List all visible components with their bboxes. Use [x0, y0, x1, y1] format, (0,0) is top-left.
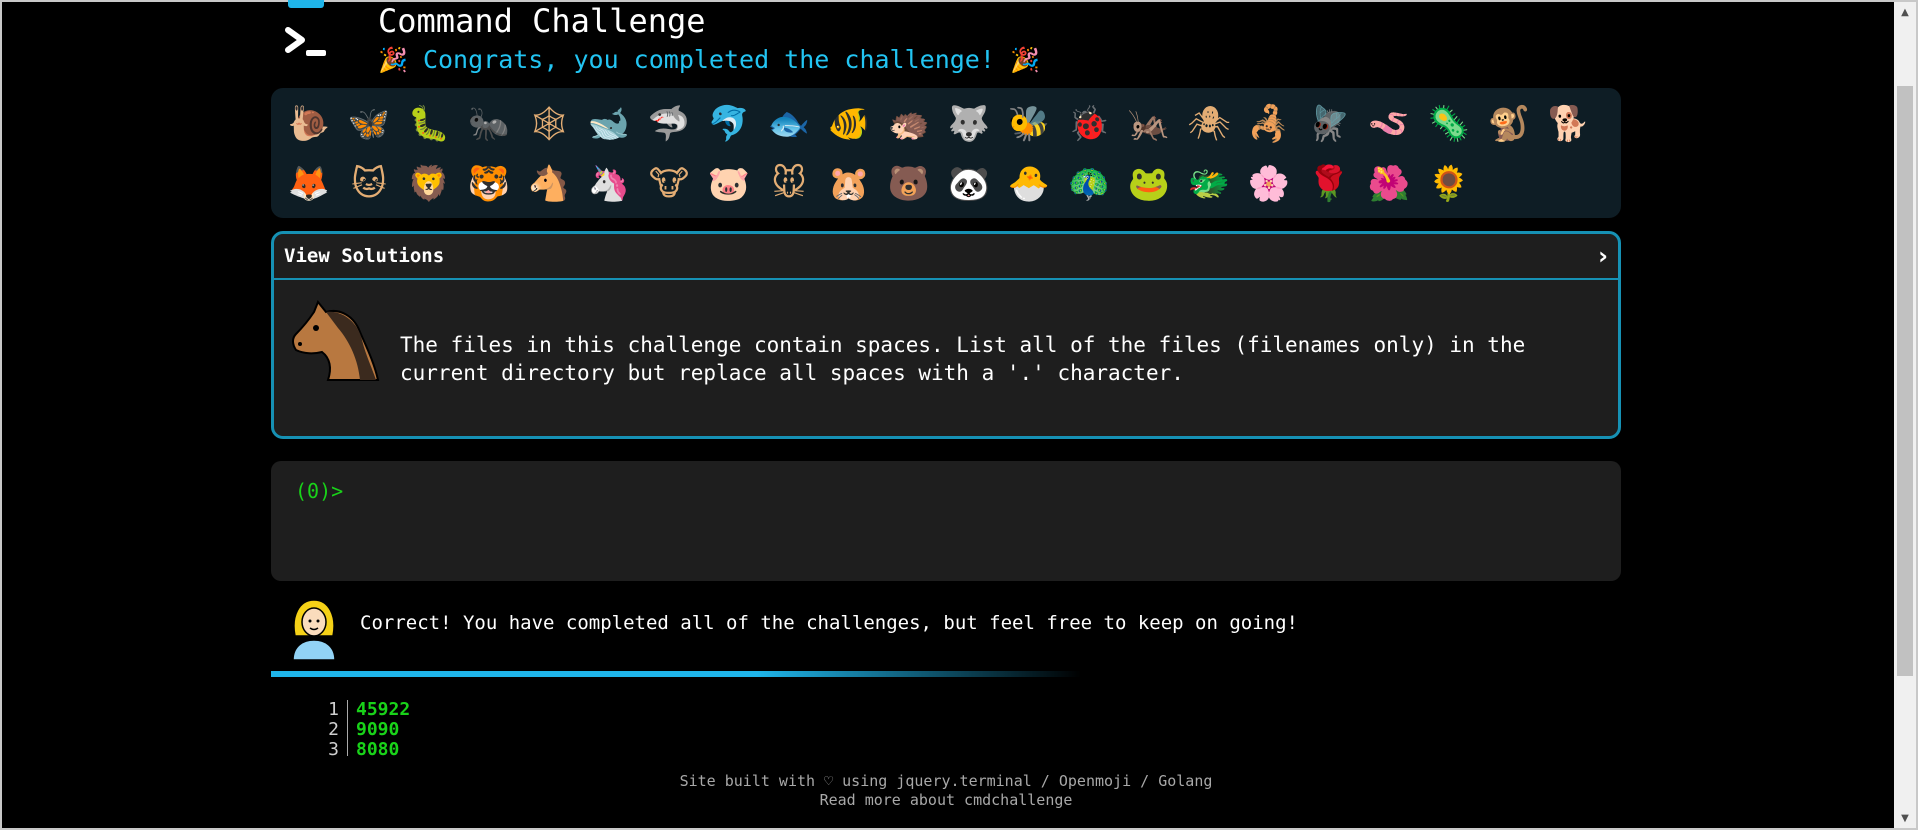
footer-read-more-link[interactable]: Read more about cmdchallenge [271, 791, 1621, 810]
challenge-emoji-icon[interactable]: 🐠 [819, 94, 879, 154]
result-message: Correct! You have completed all of the c… [360, 612, 1298, 634]
terminal-logo-icon[interactable] [271, 0, 339, 80]
party-popper-icon: 🎉 [1009, 46, 1040, 74]
footer-credits[interactable]: Site built with ♡ using jquery.terminal … [271, 772, 1621, 791]
challenge-emoji-icon[interactable]: 🐛 [399, 94, 459, 154]
challenge-emoji-icon[interactable]: 🦁 [399, 154, 459, 214]
challenge-emoji-icon[interactable]: 🐞 [1059, 94, 1119, 154]
line-value: 9090 [347, 720, 399, 740]
challenge-emoji-icon[interactable]: 🦔 [879, 94, 939, 154]
scroll-down-arrow-icon[interactable]: ▼ [1894, 808, 1916, 828]
header: Command Challenge 🎉 Congrats, you comple… [271, 0, 1621, 84]
woman-icon [292, 599, 336, 660]
terminal[interactable]: (0)> [271, 461, 1621, 581]
line-value: 8080 [347, 740, 399, 756]
terminal-prompt-icon [285, 27, 326, 56]
challenge-emoji-icon[interactable]: 🌻 [1419, 154, 1479, 214]
view-solutions-toggle[interactable]: View Solutions › [274, 234, 1618, 280]
vertical-scrollbar[interactable]: ▲ ▼ [1894, 2, 1916, 828]
line-number: 1 [328, 700, 339, 720]
chevron-right-icon[interactable]: › [1598, 242, 1608, 270]
challenge-description: The files in this challenge contain spac… [400, 333, 1538, 385]
challenge-emoji-icon[interactable]: 🐝 [999, 94, 1059, 154]
challenge-emoji-icon[interactable]: 🕷 [1179, 94, 1239, 154]
challenge-emoji-icon[interactable]: 🐌 [279, 94, 339, 154]
solution-panel: View Solutions › The files in this chall… [271, 231, 1621, 439]
challenge-emoji-icon[interactable]: 🐕 [1539, 94, 1599, 154]
challenge-emoji-icon[interactable]: 🐮 [639, 154, 699, 214]
challenge-emoji-icon[interactable]: 🐭 [759, 154, 819, 214]
challenge-emoji-icon[interactable]: 🪱 [1359, 94, 1419, 154]
page-title: Command Challenge [378, 2, 706, 40]
challenge-emoji-icon[interactable]: 🐋 [579, 94, 639, 154]
scroll-up-arrow-icon[interactable]: ▲ [1894, 2, 1916, 22]
challenge-emoji-icon[interactable]: 🐬 [699, 94, 759, 154]
challenge-emoji-icon[interactable]: 🐸 [1119, 154, 1179, 214]
challenge-emoji-icon[interactable]: 🐱 [339, 154, 399, 214]
challenge-emoji-icon[interactable]: 🐷 [699, 154, 759, 214]
challenge-emoji-icon[interactable]: 🦋 [339, 94, 399, 154]
challenge-emoji-icon[interactable]: 🦠 [1419, 94, 1479, 154]
line-value: 45922 [347, 700, 410, 720]
logo-accent [288, 0, 324, 8]
result-message-row: Correct! You have completed all of the c… [271, 594, 1621, 664]
challenge-emoji-icon[interactable]: 🐯 [459, 154, 519, 214]
challenge-emoji-icon[interactable]: 🌸 [1239, 154, 1299, 214]
challenge-emoji-icon[interactable]: 🐲 [1179, 154, 1239, 214]
command-output: 1 45922 2 9090 3 8080 [271, 700, 771, 756]
challenge-emoji-icon[interactable]: 🐻 [879, 154, 939, 214]
progress-bar-fill [271, 671, 1081, 677]
completed-challenges-grid: 🐌 🦋 🐛 🐜 🕸 🐋 🦈 🐬 🐟 🐠 🦔 🐺 🐝 🐞 🦗 🕷 🦂 🪰 🪱 🦠 🐒 🐕 🦊 🐱 🦁 🐯 🐴 🦄 🐮 🐷 🐭 🐹 🐻 🐼 🐣 🦚 🐸 🐲 🌸 🌹… [271, 88, 1621, 218]
challenge-emoji-icon[interactable]: 🌹 [1299, 154, 1359, 214]
challenge-emoji-icon[interactable]: 🦄 [579, 154, 639, 214]
horse-icon [292, 300, 380, 381]
challenge-emoji-icon[interactable]: 🪰 [1299, 94, 1359, 154]
output-line: 1 45922 [271, 700, 771, 720]
line-number: 2 [328, 719, 339, 740]
scrollbar-thumb[interactable] [1897, 86, 1913, 676]
progress-bar [271, 671, 1621, 677]
challenge-emoji-icon[interactable]: 🦚 [1059, 154, 1119, 214]
challenge-emoji-icon[interactable]: 🦊 [279, 154, 339, 214]
output-line: 3 8080 [271, 740, 771, 756]
completion-subtitle: 🎉 Congrats, you completed the challenge!… [378, 45, 1040, 74]
challenge-emoji-icon[interactable]: 🐹 [819, 154, 879, 214]
challenge-emoji-icon[interactable]: 🐜 [459, 94, 519, 154]
terminal-prompt[interactable]: (0)> [295, 479, 343, 503]
challenge-emoji-icon[interactable]: 🕸 [519, 94, 579, 154]
challenge-emoji-icon[interactable]: 🦈 [639, 94, 699, 154]
output-line: 2 9090 [271, 720, 771, 740]
challenge-emoji-icon[interactable]: 🌺 [1359, 154, 1419, 214]
challenge-emoji-icon[interactable]: 🐟 [759, 94, 819, 154]
party-popper-icon: 🎉 [378, 46, 408, 74]
challenge-emoji-icon[interactable]: 🦂 [1239, 94, 1299, 154]
subtitle-text: Congrats, you completed the challenge! [422, 45, 995, 74]
challenge-emoji-icon[interactable]: 🐴 [519, 154, 579, 214]
footer: Site built with ♡ using jquery.terminal … [271, 772, 1621, 810]
line-number: 3 [328, 739, 339, 757]
challenge-emoji-icon[interactable]: 🐣 [999, 154, 1059, 214]
challenge-emoji-icon[interactable]: 🐼 [939, 154, 999, 214]
challenge-emoji-icon[interactable]: 🐺 [939, 94, 999, 154]
main-container: Command Challenge 🎉 Congrats, you comple… [271, 0, 1621, 809]
challenge-emoji-icon[interactable]: 🐒 [1479, 94, 1539, 154]
challenge-emoji-icon[interactable]: 🦗 [1119, 94, 1179, 154]
view-solutions-label: View Solutions [284, 245, 445, 267]
